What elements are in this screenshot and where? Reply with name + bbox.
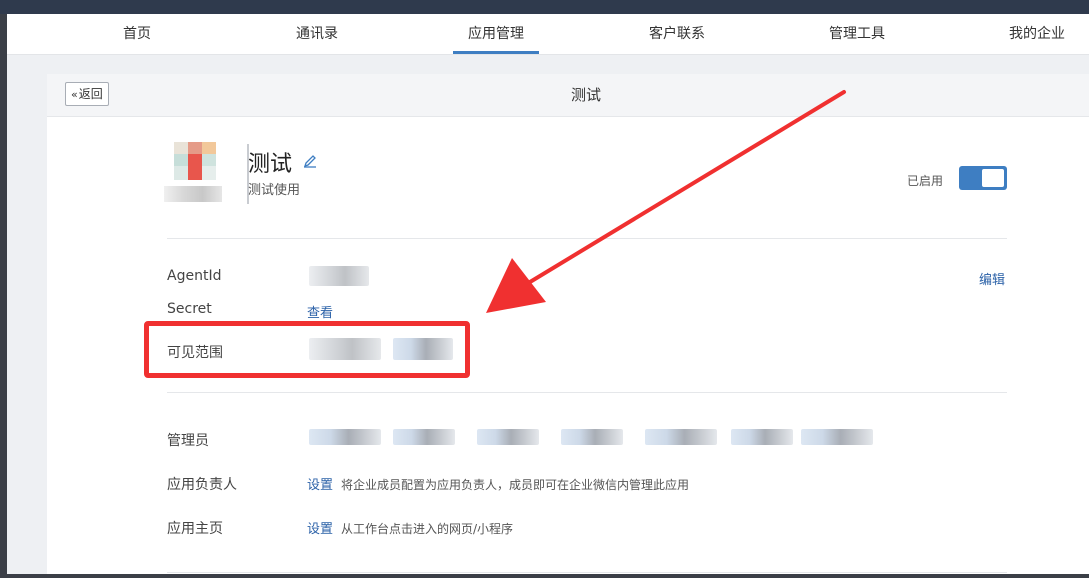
edit-link[interactable]: 编辑 [979,269,1005,288]
admin-avatar-redacted [645,429,717,445]
visible-scope-item-redacted [309,338,381,360]
section-divider [167,238,1007,239]
card-header: «返回 测试 [47,74,1089,117]
nav-tab-label: 我的企业 [1009,26,1065,42]
owner-hint: 将企业成员配置为应用负责人，成员即可在企业微信内管理此应用 [341,478,690,492]
admin-avatar-redacted [309,429,381,445]
window-top-strip [0,0,1089,14]
nav-tab-home[interactable]: 首页 [102,14,172,54]
nav-tab-app-management[interactable]: 应用管理 [453,14,539,54]
enable-toggle[interactable] [959,166,1007,190]
status-label: 已启用 [907,174,944,188]
admin-label: 管理员 [167,433,209,449]
homepage-settings-link[interactable]: 设置 [307,522,333,537]
admin-console: 首页 通讯录 应用管理 客户联系 管理工具 我的企业 «返回 测试 测试 测试使… [7,14,1089,574]
app-logo [164,142,244,222]
admin-avatar-redacted [393,429,455,445]
nav-tab-customer-contact[interactable]: 客户联系 [635,14,719,54]
homepage-label: 应用主页 [167,521,223,537]
admin-avatar-redacted [561,429,623,445]
app-detail-card: «返回 测试 测试 测试使用 已启用 AgentId 编辑 Secret 查看 … [47,74,1089,574]
owner-row: 设置 将企业成员配置为应用负责人，成员即可在企业微信内管理此应用 [307,474,689,493]
visible-scope-label: 可见范围 [167,345,223,361]
admin-avatar-redacted [477,429,539,445]
homepage-row: 设置 从工作台点击进入的网页/小程序 [307,518,513,537]
admin-avatar-redacted [801,429,873,445]
nav-tab-management-tools[interactable]: 管理工具 [815,14,899,54]
section-divider [167,572,1007,573]
active-tab-indicator [453,51,539,54]
admin-avatar-redacted [731,429,793,445]
top-nav-bar: 首页 通讯录 应用管理 客户联系 管理工具 我的企业 [7,14,1089,55]
visible-scope-item-redacted [393,338,453,360]
page-title: 测试 [570,86,601,104]
nav-tab-label: 通讯录 [296,26,338,42]
app-name: 测试 [248,152,293,177]
nav-tab-contacts[interactable]: 通讯录 [277,14,357,54]
nav-tab-label: 客户联系 [649,26,705,42]
nav-tab-label: 应用管理 [468,26,524,42]
agentid-value-redacted [309,266,369,286]
secret-label: Secret [167,301,212,317]
toggle-knob [982,169,1004,187]
section-divider [167,392,1007,393]
agentid-label: AgentId [167,268,222,284]
homepage-hint: 从工作台点击进入的网页/小程序 [341,522,514,536]
owner-label: 应用负责人 [167,477,237,493]
nav-tab-label: 首页 [123,26,151,42]
pencil-icon[interactable] [303,154,317,168]
nav-tab-label: 管理工具 [829,26,885,42]
nav-tab-my-enterprise[interactable]: 我的企业 [995,14,1079,54]
app-description: 测试使用 [248,183,301,198]
owner-settings-link[interactable]: 设置 [307,478,333,493]
secret-view-link[interactable]: 查看 [307,302,333,321]
